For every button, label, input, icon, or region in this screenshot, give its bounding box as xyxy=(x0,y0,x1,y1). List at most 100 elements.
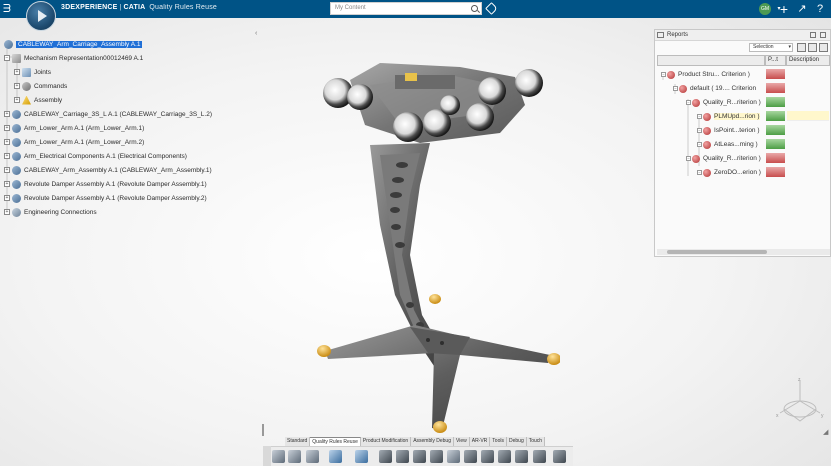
rule-set-icon[interactable] xyxy=(413,450,426,463)
tree-node-joints[interactable]: + Joints xyxy=(14,66,51,78)
check-rule-icon[interactable] xyxy=(396,450,409,463)
tree-node-carriage[interactable]: + CABLEWAY_Carriage_3S_L A.1 (CABLEWAY_C… xyxy=(4,108,212,120)
search-input[interactable]: My Content xyxy=(330,2,482,15)
update-icon[interactable] xyxy=(355,450,368,463)
compass-icon[interactable] xyxy=(26,1,56,31)
column-name[interactable] xyxy=(657,55,765,66)
tree-node-electrical[interactable]: + Arm_Electrical Components A.1 (Electri… xyxy=(4,150,187,162)
rule-icon xyxy=(703,168,711,177)
collapse-icon[interactable]: − xyxy=(661,72,666,77)
export-rules-icon[interactable] xyxy=(498,450,511,463)
expand-icon[interactable]: + xyxy=(14,83,20,89)
3d-model-viewport[interactable] xyxy=(310,55,560,445)
undo-icon[interactable] xyxy=(329,450,342,463)
filter-rule-icon[interactable] xyxy=(481,450,494,463)
tree-node-damper-2[interactable]: + Revolute Damper Assembly A.1 (Revolute… xyxy=(4,192,207,204)
collapse-icon[interactable]: − xyxy=(4,55,10,61)
tree-node-damper-1[interactable]: + Revolute Damper Assembly A.1 (Revolute… xyxy=(4,178,207,190)
tree-node-label: Engineering Connections xyxy=(24,208,97,216)
report-row[interactable]: − IsPoint...terion ) xyxy=(697,125,760,136)
share-icon[interactable]: ↗ xyxy=(796,2,808,16)
tab-standard[interactable]: Standard xyxy=(285,437,311,446)
search-icon[interactable] xyxy=(471,5,478,12)
action-bar-menu-icon[interactable] xyxy=(263,446,271,466)
quality-rule-icon[interactable] xyxy=(379,450,392,463)
close-icon[interactable] xyxy=(820,32,826,38)
horizontal-scrollbar[interactable] xyxy=(657,249,830,255)
scrollbar-thumb[interactable] xyxy=(667,250,767,254)
import-rules-icon[interactable] xyxy=(515,450,528,463)
tree-node-mechanism[interactable]: − Mechanism Representation00012469 A.1 xyxy=(4,52,143,64)
edit-rule-icon[interactable] xyxy=(447,450,460,463)
top-bar: ᗱ 3DEXPERIENCE | CATIA Quality Rules Reuse … xyxy=(0,0,831,18)
collapse-icon[interactable]: − xyxy=(697,142,702,147)
settings-icon[interactable] xyxy=(808,43,817,52)
expand-icon[interactable]: + xyxy=(4,181,10,187)
resize-handle-icon[interactable]: ◢ xyxy=(823,428,828,436)
paste-icon[interactable] xyxy=(306,450,319,463)
tree-node-lower-arm-1[interactable]: + Arm_Lower_Arm A.1 (Arm_Lower_Arm.1) xyxy=(4,122,144,134)
tree-node-engineering-connections[interactable]: + Engineering Connections xyxy=(4,206,97,218)
tree-node-label: CABLEWAY_Carriage_3S_L A.1 (CABLEWAY_Car… xyxy=(24,110,212,118)
avatar[interactable]: GM xyxy=(759,3,771,15)
tab-view[interactable]: View xyxy=(453,437,470,446)
collapse-icon[interactable]: − xyxy=(697,114,702,119)
export-icon[interactable] xyxy=(797,43,806,52)
tab-tools[interactable]: Tools xyxy=(490,437,507,446)
tree-node-assembly[interactable]: + Assembly xyxy=(14,94,62,106)
collapse-icon[interactable]: − xyxy=(697,128,702,133)
report-row[interactable]: − Quality_R...riterion ) xyxy=(686,97,761,108)
tree-node-label: Arm_Lower_Arm A.1 (Arm_Lower_Arm.2) xyxy=(24,138,145,146)
help-icon[interactable]: ? xyxy=(814,2,826,16)
add-icon[interactable]: + xyxy=(778,2,790,16)
report-row[interactable]: − Product Stru... Criterion ) xyxy=(661,69,750,80)
tab-ar-vr[interactable]: AR-VR xyxy=(469,437,491,446)
expand-icon[interactable]: + xyxy=(14,69,20,75)
tab-assembly-debug[interactable]: Assembly Debug xyxy=(411,437,454,446)
compass-triad-icon[interactable]: z x y xyxy=(772,375,828,425)
collapse-icon[interactable]: − xyxy=(673,86,678,91)
column-description[interactable]: Description xyxy=(786,55,830,66)
tree-node-arm-assembly[interactable]: + CABLEWAY_Arm_Assembly A.1 (CABLEWAY_Ar… xyxy=(4,164,212,176)
expand-icon[interactable]: + xyxy=(4,111,10,117)
column-status[interactable]: P...t xyxy=(765,55,786,66)
tag-icon[interactable] xyxy=(485,2,498,15)
more-tools-icon[interactable] xyxy=(553,450,566,463)
tree-node-commands[interactable]: + Commands xyxy=(14,80,67,92)
cut-icon[interactable] xyxy=(272,450,285,463)
refresh-icon[interactable] xyxy=(819,43,828,52)
status-badge xyxy=(766,125,785,135)
report-row[interactable]: − AtLeas...ming ) xyxy=(697,139,758,150)
tree-node-label: CABLEWAY_Arm_Carriage_Assembly A.1 xyxy=(16,40,143,48)
report-row[interactable]: − ZeroDO...erion ) xyxy=(697,167,761,178)
expand-icon[interactable]: + xyxy=(4,167,10,173)
collapse-tree-icon[interactable]: ‹ xyxy=(255,30,257,37)
restore-icon[interactable] xyxy=(810,32,816,38)
copy-icon[interactable] xyxy=(288,450,301,463)
expand-icon[interactable]: + xyxy=(4,153,10,159)
expand-icon[interactable]: + xyxy=(4,125,10,131)
run-check-icon[interactable] xyxy=(430,450,443,463)
toolbar-handle[interactable] xyxy=(262,424,264,436)
collapse-icon[interactable]: − xyxy=(686,100,691,105)
product-icon xyxy=(12,165,21,175)
tree-node-root[interactable]: CABLEWAY_Arm_Carriage_Assembly A.1 xyxy=(4,38,143,50)
tab-debug[interactable]: Debug xyxy=(506,437,527,446)
settings-rules-icon[interactable] xyxy=(533,450,546,463)
expand-icon[interactable]: + xyxy=(14,97,20,103)
expand-icon[interactable]: + xyxy=(4,139,10,145)
expand-icon[interactable]: + xyxy=(4,209,10,215)
tab-quality-rules-reuse[interactable]: Quality Rules Reuse xyxy=(310,437,361,446)
report-row[interactable]: − Quality_R...riterion ) xyxy=(686,153,761,164)
report-icon[interactable] xyxy=(464,450,477,463)
report-row[interactable]: − default ( 19.... Criterion xyxy=(673,83,756,94)
ds-logo-icon[interactable]: ᗱ xyxy=(3,2,21,16)
report-row[interactable]: − PLMUpd...rion ) xyxy=(697,111,760,122)
tab-product-modification[interactable]: Product Modification xyxy=(360,437,412,446)
collapse-icon[interactable]: − xyxy=(686,156,691,161)
report-filter-select[interactable]: Selection xyxy=(749,43,793,52)
tab-touch[interactable]: Touch xyxy=(526,437,546,446)
tree-node-lower-arm-2[interactable]: + Arm_Lower_Arm A.1 (Arm_Lower_Arm.2) xyxy=(4,136,144,148)
expand-icon[interactable]: + xyxy=(4,195,10,201)
collapse-icon[interactable]: − xyxy=(697,170,702,175)
